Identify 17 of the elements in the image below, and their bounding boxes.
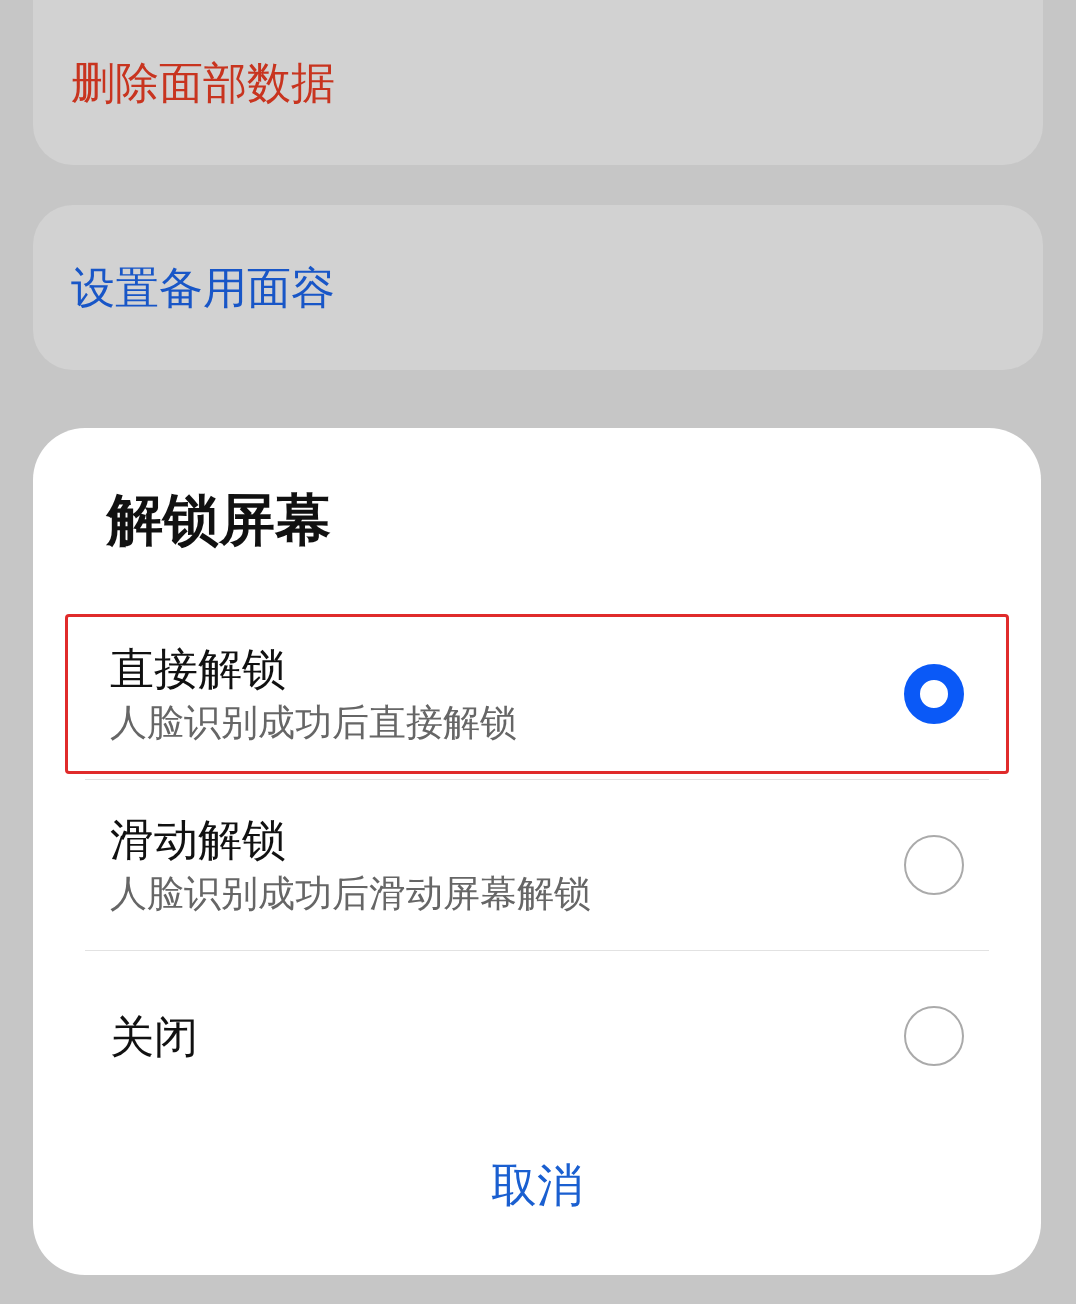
cancel-button[interactable]: 取消: [471, 1141, 603, 1230]
card-label: 设置备用面容: [71, 261, 335, 314]
settings-card[interactable]: 设置备用面容: [33, 205, 1043, 370]
radio-button[interactable]: [904, 835, 964, 895]
option-subtitle: 人脸识别成功后滑动屏幕解锁: [110, 872, 591, 917]
dialog-title: 解锁屏幕: [105, 487, 332, 553]
option-title: 滑动解锁: [110, 814, 287, 867]
radio-button[interactable]: [904, 1006, 964, 1066]
option-title: 关闭: [110, 1010, 198, 1063]
option-title: 直接解锁: [110, 643, 287, 696]
option-subtitle: 人脸识别成功后直接解锁: [110, 701, 517, 746]
radio-option[interactable]: 关闭: [85, 956, 989, 1116]
radio-button[interactable]: [904, 664, 964, 724]
radio-option[interactable]: 滑动解锁 人脸识别成功后滑动屏幕解锁: [85, 785, 989, 945]
radio-option[interactable]: 直接解锁 人脸识别成功后直接解锁: [65, 614, 1009, 774]
card-label: 删除面部数据: [71, 56, 335, 109]
settings-card[interactable]: 删除面部数据: [33, 0, 1043, 165]
